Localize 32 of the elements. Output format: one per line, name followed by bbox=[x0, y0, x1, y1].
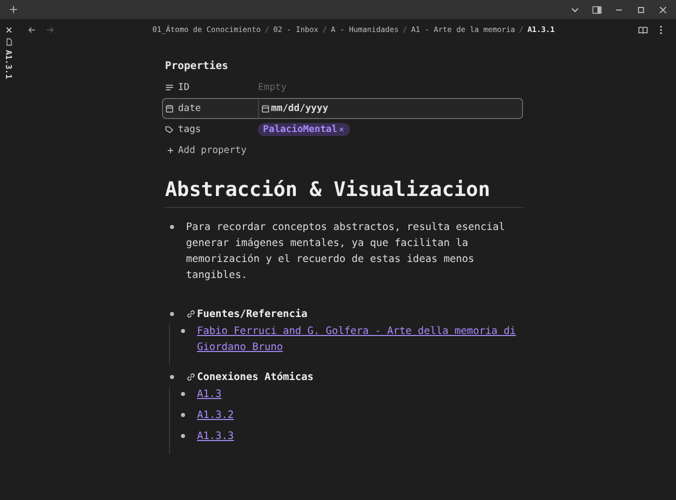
property-name[interactable]: tags bbox=[178, 124, 201, 135]
close-icon[interactable] bbox=[658, 4, 668, 14]
side-tab[interactable]: A1.3.1 bbox=[4, 50, 13, 79]
internal-link[interactable]: A1.3 bbox=[197, 387, 517, 403]
internal-link[interactable]: A1.3.3 bbox=[197, 429, 517, 445]
calendar-icon bbox=[165, 104, 174, 113]
note-heading: Abstracción & Visualizacion bbox=[165, 177, 523, 208]
internal-link[interactable]: Fabio Ferruci and G. Golfera - Arte della memoria di Giordano Bruno bbox=[197, 324, 517, 356]
back-arrow-icon[interactable] bbox=[27, 24, 37, 34]
date-input[interactable]: mm/dd/yyyy bbox=[271, 103, 328, 114]
section-title: Fuentes/Referencia bbox=[197, 308, 308, 320]
property-name[interactable]: date bbox=[178, 103, 201, 114]
link-icon bbox=[186, 309, 196, 319]
paragraph: Para recordar conceptos abstractos, resulta esencial generar imágenes mentales, ya que facilitan la memorización y el recuerdo de estas ideas menos tangibles. bbox=[186, 221, 506, 283]
remove-icon[interactable] bbox=[338, 126, 346, 133]
link-icon bbox=[186, 372, 196, 382]
tag-pill[interactable]: PalacioMental bbox=[258, 123, 350, 136]
property-name[interactable]: ID bbox=[178, 82, 190, 93]
add-property-button[interactable]: Add property bbox=[166, 145, 247, 156]
close-icon[interactable] bbox=[4, 26, 12, 34]
section-title: Conexiones Atómicas bbox=[197, 372, 314, 382]
internal-link[interactable]: A1.3.2 bbox=[197, 408, 517, 424]
text-lines-icon bbox=[165, 83, 174, 92]
properties-title: Properties bbox=[165, 60, 230, 72]
calendar-icon[interactable] bbox=[261, 104, 270, 113]
new-tab-icon[interactable] bbox=[9, 5, 18, 14]
plus-icon bbox=[166, 146, 175, 155]
book-icon[interactable] bbox=[638, 24, 648, 34]
tags-icon bbox=[165, 125, 174, 134]
sidebar-toggle-icon[interactable] bbox=[592, 4, 602, 14]
file-icon bbox=[4, 38, 12, 46]
maximize-icon[interactable] bbox=[636, 4, 646, 14]
